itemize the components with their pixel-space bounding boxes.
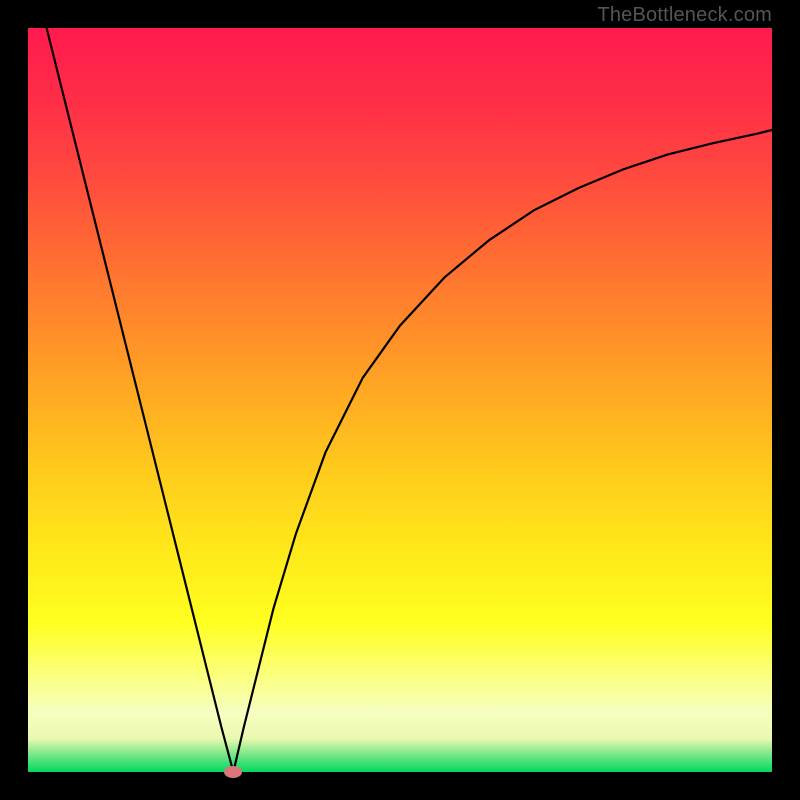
minimum-marker xyxy=(224,766,242,778)
watermark-text: TheBottleneck.com xyxy=(597,4,772,27)
chart-plot-area xyxy=(28,28,772,772)
chart-svg xyxy=(28,28,772,772)
